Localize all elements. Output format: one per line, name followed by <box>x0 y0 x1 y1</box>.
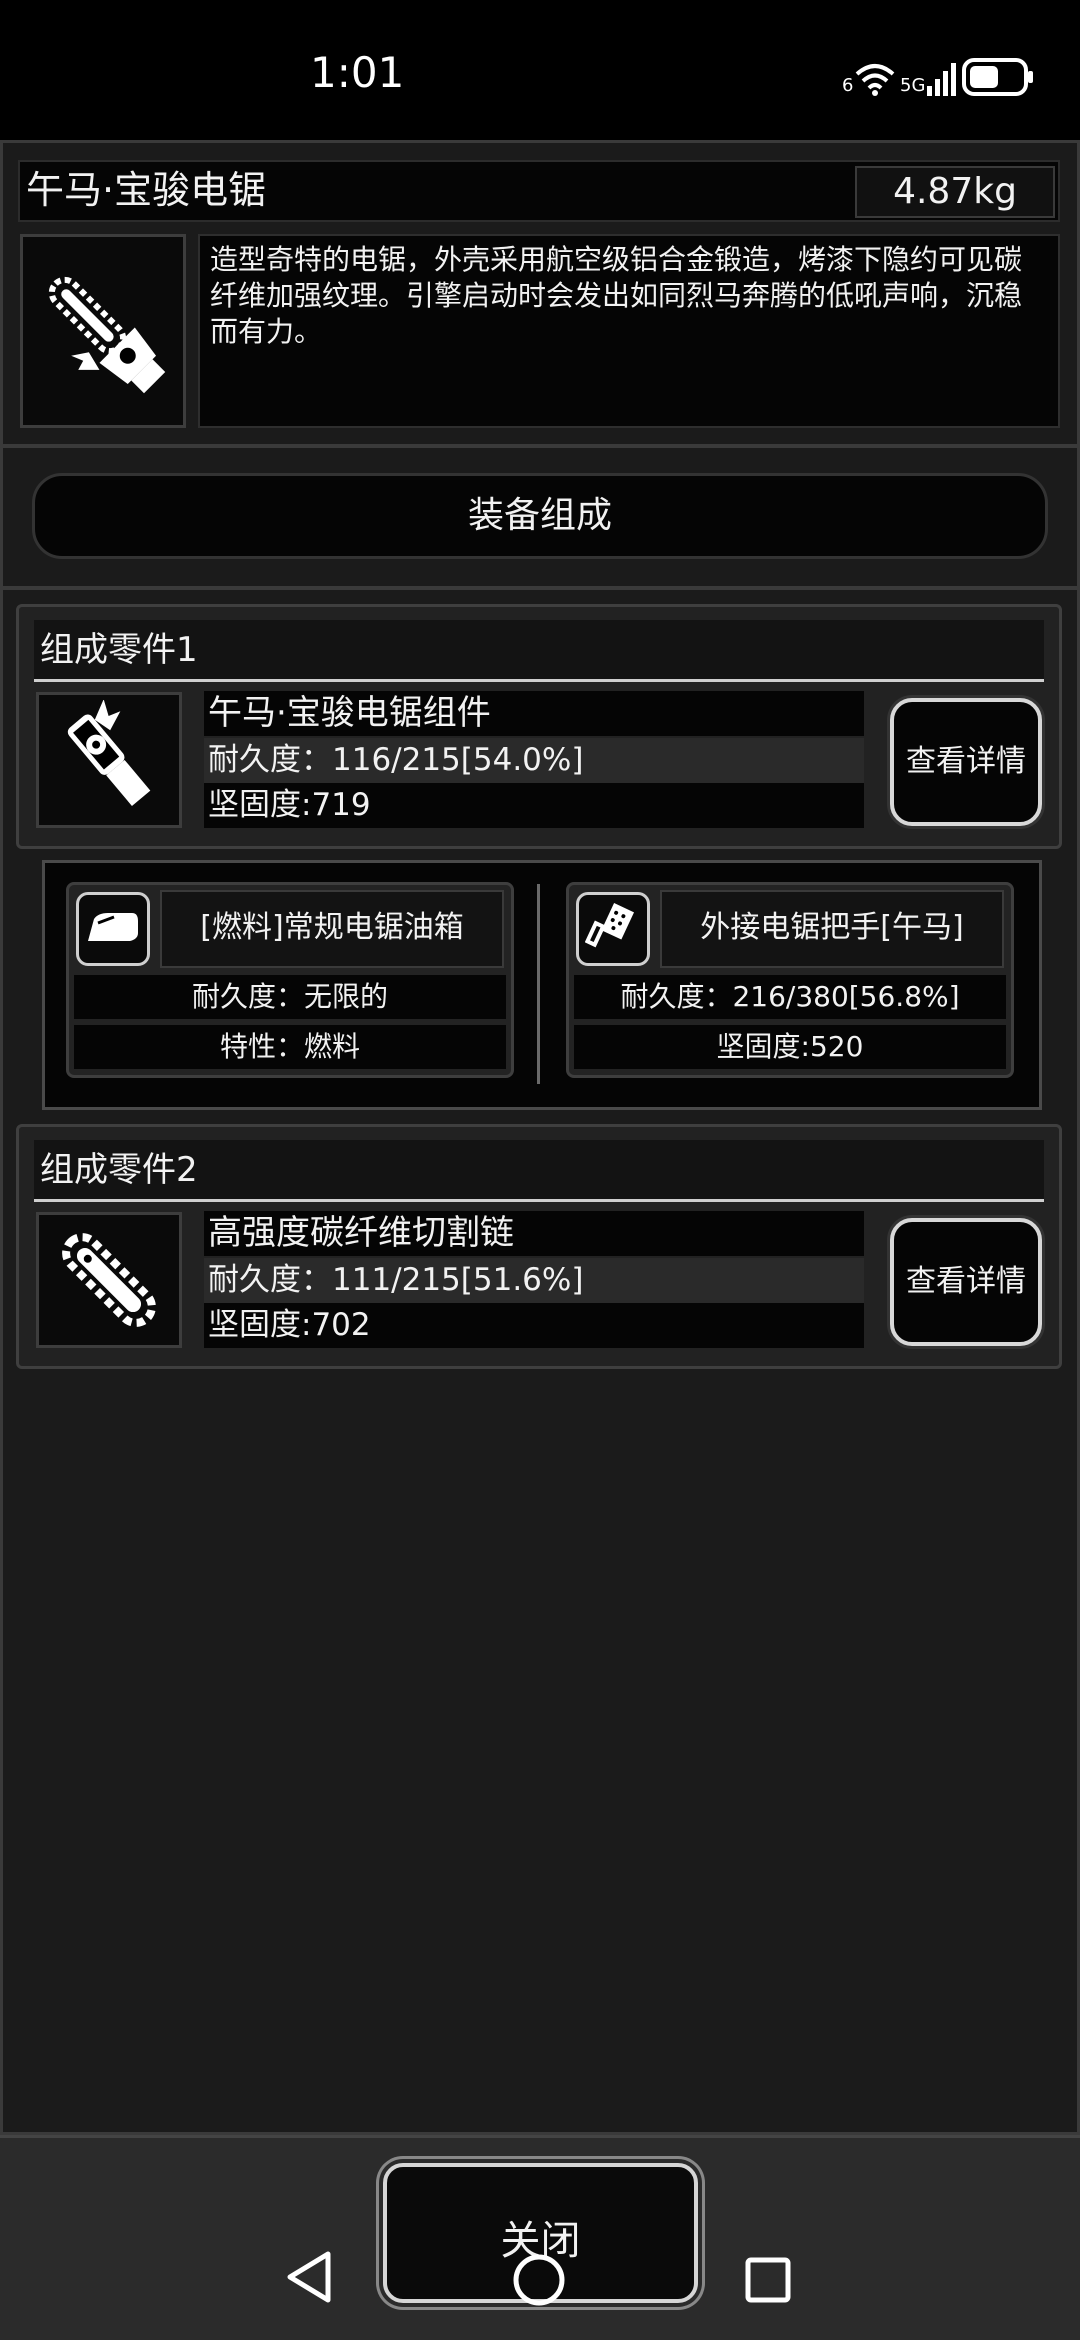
item-description: 造型奇特的电锯，外壳采用航空级铝合金锻造，烤漆下隐约可见碳纤维加强纹理。引擎启动… <box>198 234 1060 428</box>
view-details-button-1[interactable]: 查看详情 <box>890 698 1042 826</box>
component-hardness-2: 坚固度:702 <box>204 1303 864 1348</box>
subparts-divider <box>537 884 540 1084</box>
component-durability-2: 耐久度：111/215[51.6%] <box>204 1258 864 1303</box>
component-durability-1: 耐久度：116/215[54.0%] <box>204 738 864 783</box>
saw-assembly-icon <box>36 692 182 828</box>
component-hardness-1: 坚固度:719 <box>204 783 864 828</box>
subpart-line1-fuel-tank: 耐久度：无限的 <box>74 975 506 1019</box>
item-name: 午马·宝骏电锯 <box>26 168 267 212</box>
fuel-tank-icon <box>76 892 150 966</box>
divider <box>0 444 1080 448</box>
view-details-button-2[interactable]: 查看详情 <box>890 1218 1042 1346</box>
nav-recents-icon[interactable] <box>744 2256 792 2308</box>
subpart-line1-handle: 耐久度：216/380[56.8%] <box>574 975 1006 1019</box>
component-header-2: 组成零件2 <box>34 1140 1044 1202</box>
battery-icon <box>962 58 1034 100</box>
wifi-label: 6 <box>842 75 854 96</box>
cell-label: 5G <box>900 75 926 96</box>
tab-equipment-composition[interactable]: 装备组成 <box>32 473 1048 559</box>
handle-icon <box>576 892 650 966</box>
nav-back-icon[interactable] <box>284 2250 334 2308</box>
wifi-icon: 6 <box>842 52 895 96</box>
chainsaw-icon <box>20 234 186 428</box>
cutting-chain-icon <box>36 1212 182 1348</box>
nav-home-icon[interactable] <box>512 2253 566 2311</box>
component-name-1: 午马·宝骏电锯组件 <box>204 691 864 736</box>
subpart-line2-fuel-tank: 特性：燃料 <box>74 1025 506 1069</box>
subpart-name-fuel-tank: [燃料]常规电锯油箱 <box>160 890 504 968</box>
subpart-line2-handle: 坚固度:520 <box>574 1025 1006 1069</box>
component-header-1: 组成零件1 <box>34 620 1044 682</box>
cell-signal-icon: 5G <box>900 52 959 96</box>
subpart-name-handle: 外接电锯把手[午马] <box>660 890 1004 968</box>
item-weight: 4.87kg <box>855 166 1055 218</box>
divider <box>0 586 1080 590</box>
component-name-2: 高强度碳纤维切割链 <box>204 1211 864 1256</box>
clock: 1:01 <box>310 48 405 97</box>
